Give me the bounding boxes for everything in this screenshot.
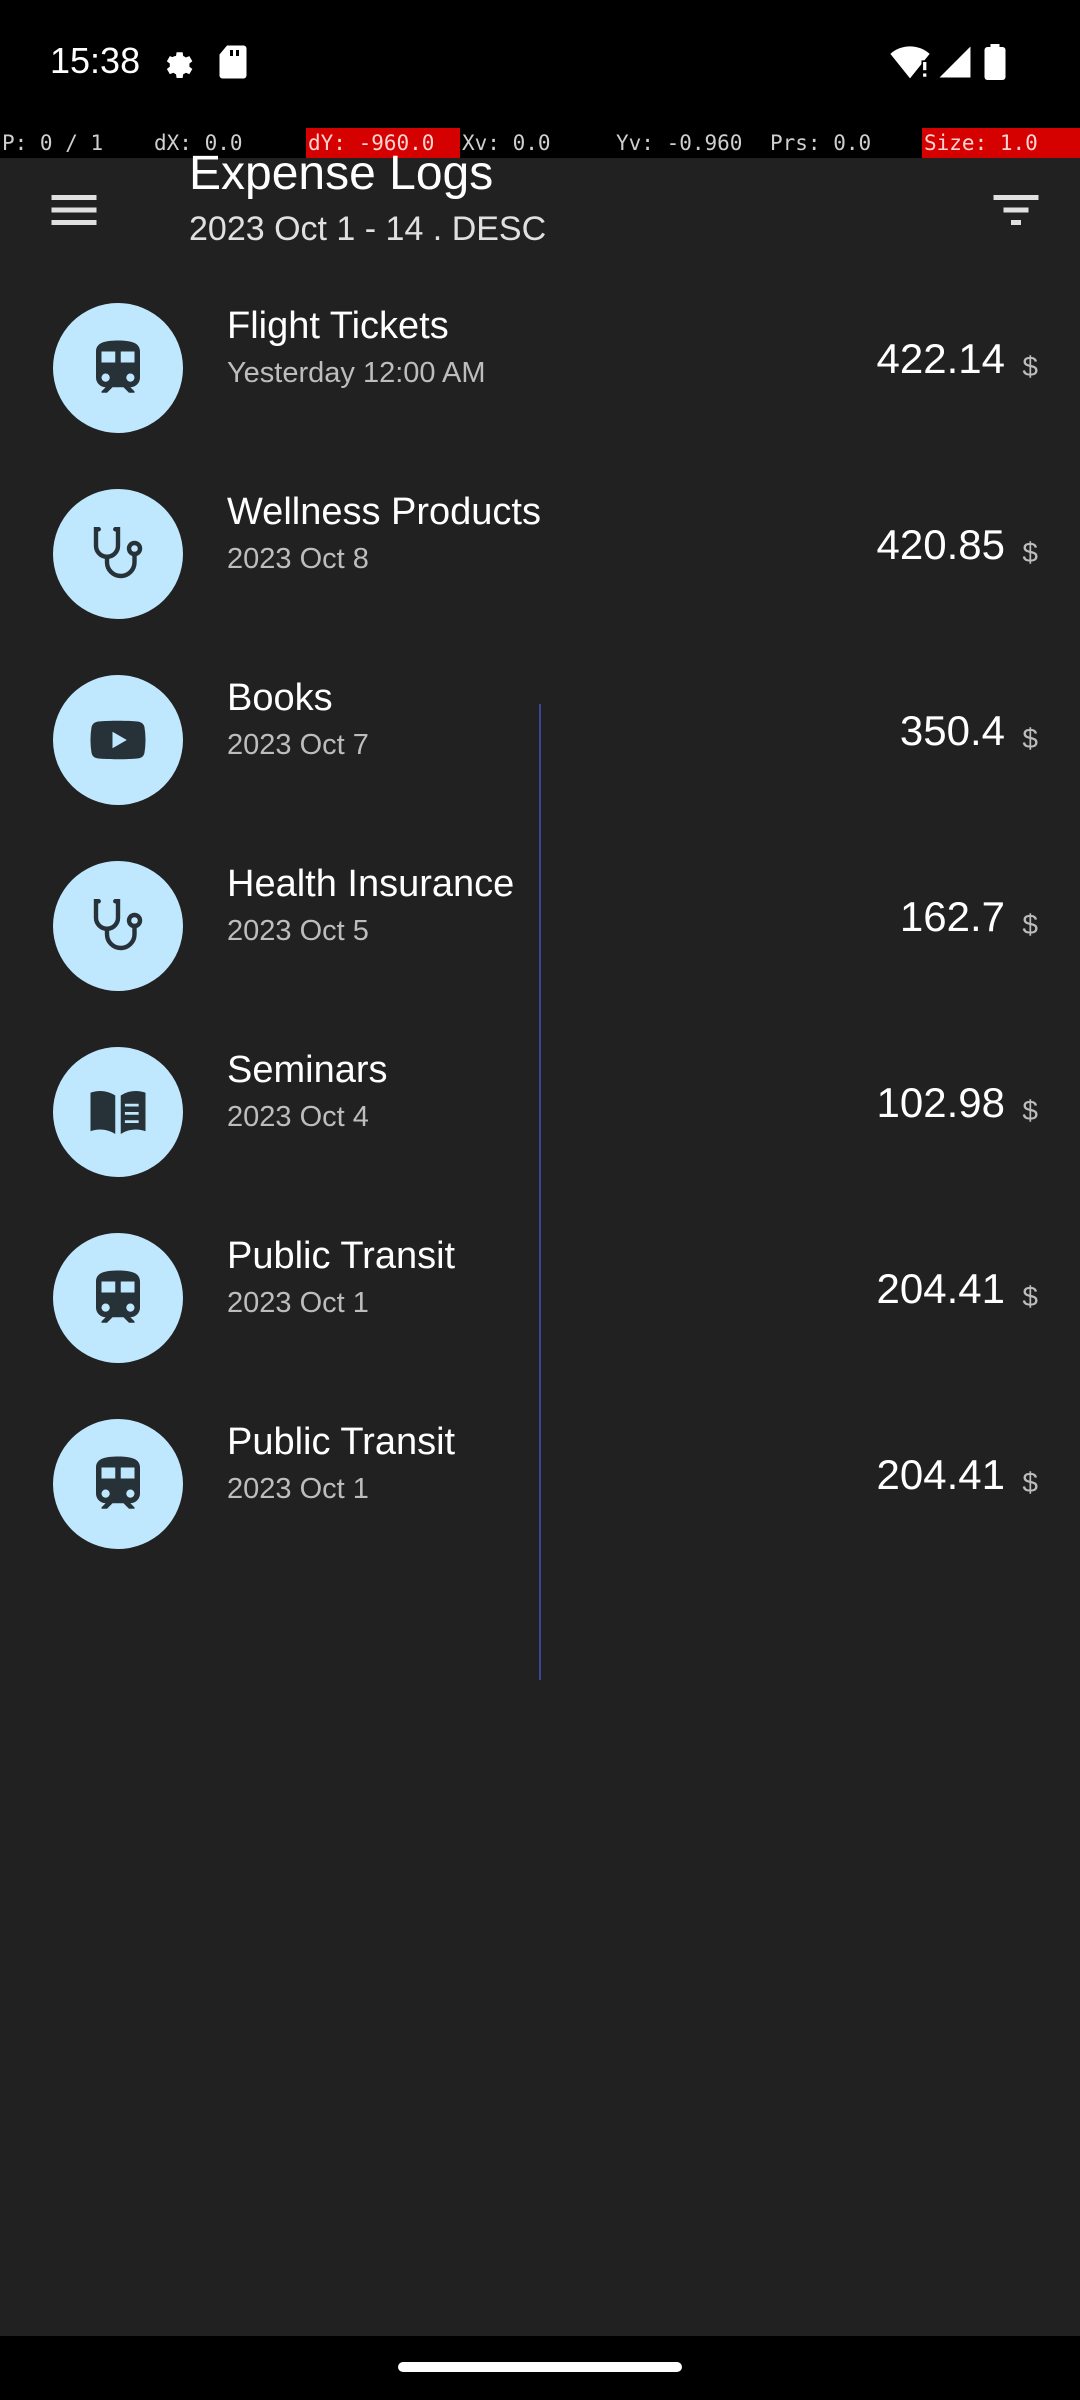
expense-currency: $ [1022, 351, 1038, 382]
book-icon [85, 1079, 151, 1145]
expense-currency: $ [1022, 1281, 1038, 1312]
expense-title: Public Transit [227, 1235, 456, 1277]
hamburger-menu-icon [51, 195, 97, 225]
category-avatar [53, 675, 183, 805]
category-avatar [53, 1047, 183, 1177]
expense-date: 2023 Oct 4 [227, 1101, 369, 1133]
expense-date: 2023 Oct 5 [227, 915, 369, 947]
expense-currency: $ [1022, 909, 1038, 940]
expense-currency: $ [1022, 723, 1038, 754]
expense-date: 2023 Oct 7 [227, 729, 369, 761]
debug-yv: Yv: -0.960 [616, 131, 743, 155]
expense-row[interactable]: Wellness Products 2023 Oct 8 420.85 $ [0, 461, 1080, 647]
expense-title: Health Insurance [227, 863, 515, 905]
category-avatar [53, 303, 183, 433]
train-icon [85, 1451, 151, 1517]
stethoscope-icon [85, 893, 151, 959]
pointer-debug-bar: P: 0 / 1 dX: 0.0 dY: -960.0 Xv: 0.0 Yv: … [0, 128, 1080, 158]
status-bar: 15:38 [0, 0, 1080, 128]
expense-title: Seminars [227, 1049, 388, 1091]
category-avatar [53, 489, 183, 619]
expense-currency: $ [1022, 537, 1038, 568]
debug-pointer-count: P: 0 / 1 [2, 131, 104, 155]
expense-title: Wellness Products [227, 491, 541, 533]
status-time: 15:38 [50, 40, 141, 81]
page-title: Expense Logs [189, 147, 494, 200]
expense-amount: 204.41 [876, 1265, 1005, 1312]
sd-card-icon [218, 44, 248, 85]
filter-button[interactable] [986, 180, 1046, 240]
expense-row[interactable]: Flight Tickets Yesterday 12:00 AM 422.14 $ [0, 275, 1080, 461]
cell-signal-icon [938, 44, 972, 85]
expense-date: 2023 Oct 1 [227, 1473, 369, 1505]
expense-amount: 162.7 [899, 893, 1005, 940]
debug-size: Size: 1.0 [922, 128, 1080, 158]
battery-icon [984, 44, 1006, 85]
home-gesture-handle[interactable] [398, 2362, 682, 2372]
expense-currency: $ [1022, 1467, 1038, 1498]
expense-date: Yesterday 12:00 AM [227, 357, 486, 389]
expense-amount: 350.4 [899, 707, 1005, 754]
expense-amount: 204.41 [876, 1451, 1005, 1498]
debug-pressure: Prs: 0.0 [770, 131, 872, 155]
stethoscope-icon [85, 521, 151, 587]
expense-title: Flight Tickets [227, 305, 449, 347]
expense-date: 2023 Oct 1 [227, 1287, 369, 1319]
app-bar: Expense Logs 2023 Oct 1 - 14 . DESC [0, 147, 1080, 278]
category-avatar [53, 1233, 183, 1363]
filter-icon [993, 195, 1039, 225]
date-range-subtitle: 2023 Oct 1 - 14 . DESC [189, 210, 547, 248]
play-icon [85, 707, 151, 773]
expense-amount: 420.85 [876, 521, 1005, 568]
scroll-trace-line [539, 704, 541, 1680]
expense-title: Public Transit [227, 1421, 456, 1463]
expense-amount: 422.14 [876, 335, 1005, 382]
expense-currency: $ [1022, 1095, 1038, 1126]
expense-amount: 102.98 [876, 1079, 1005, 1126]
expense-date: 2023 Oct 8 [227, 543, 369, 575]
navigation-bar [0, 2336, 1080, 2400]
category-avatar [53, 1419, 183, 1549]
train-icon [85, 1265, 151, 1331]
menu-button[interactable] [44, 180, 104, 240]
expense-title: Books [227, 677, 333, 719]
settings-icon [158, 44, 194, 85]
wifi-icon [890, 44, 930, 85]
category-avatar [53, 861, 183, 991]
train-icon [85, 335, 151, 401]
